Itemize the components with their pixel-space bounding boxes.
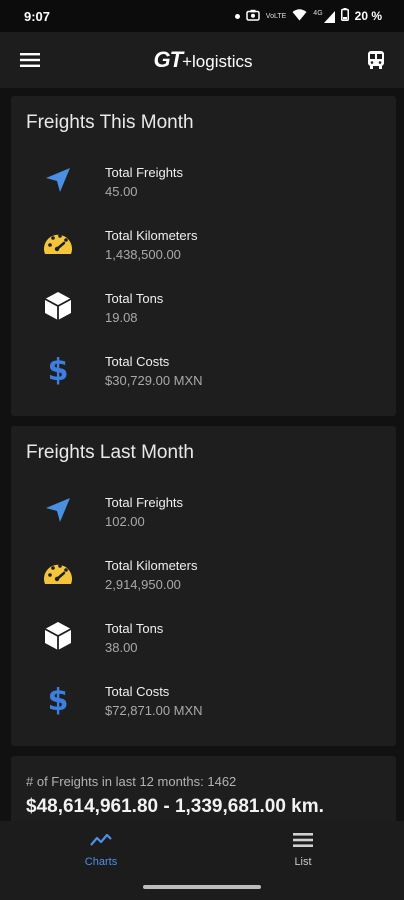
cube-icon bbox=[41, 289, 75, 323]
volte-icon: VoLTE bbox=[265, 12, 287, 20]
stat-value: 102.00 bbox=[105, 514, 145, 529]
stat-label: Total Costs bbox=[105, 684, 170, 699]
notification-dot-icon bbox=[234, 13, 240, 19]
stat-label: Total Costs bbox=[105, 354, 170, 369]
stat-total-freights: Total Freights 102.00 bbox=[11, 493, 396, 553]
status-bar: 9:07 VoLTE 4G 20 % bbox=[0, 0, 404, 32]
wifi-icon bbox=[292, 8, 307, 24]
stat-total-tons: Total Tons 38.00 bbox=[11, 619, 396, 679]
yearly-summary-card: # of Freights in last 12 months: 1462 $4… bbox=[11, 756, 396, 821]
list-icon bbox=[293, 832, 313, 853]
dollar-icon: $ bbox=[41, 352, 75, 386]
navigation-arrow-icon bbox=[41, 163, 75, 197]
stat-value: 2,914,950.00 bbox=[105, 577, 181, 592]
stat-label: Total Kilometers bbox=[105, 558, 198, 573]
gesture-handle[interactable] bbox=[143, 885, 261, 889]
stat-value: $72,871.00 MXN bbox=[105, 703, 203, 718]
stat-total-freights: Total Freights 45.00 bbox=[11, 163, 396, 223]
stat-value: $30,729.00 MXN bbox=[105, 373, 203, 388]
battery-percent: 20 % bbox=[354, 9, 382, 23]
yearly-freight-count: # of Freights in last 12 months: 1462 bbox=[26, 774, 237, 789]
speedometer-icon bbox=[41, 226, 75, 260]
stat-total-tons: Total Tons 19.08 bbox=[11, 289, 396, 349]
nav-label: Charts bbox=[84, 855, 118, 868]
stat-label: Total Freights bbox=[105, 165, 184, 180]
svg-text:$: $ bbox=[48, 683, 69, 715]
hamburger-menu-icon[interactable] bbox=[18, 48, 42, 72]
cube-icon bbox=[41, 619, 75, 653]
dollar-icon: $ bbox=[41, 682, 75, 716]
this-month-card: Freights This Month Total Freights 45.00… bbox=[11, 96, 396, 416]
stat-total-costs: $ Total Costs $72,871.00 MXN bbox=[11, 682, 396, 742]
yearly-totals: $48,614,961.80 - 1,339,681.00 km. bbox=[26, 796, 324, 817]
last-month-card: Freights Last Month Total Freights 102.0… bbox=[11, 426, 396, 746]
bus-icon[interactable] bbox=[364, 48, 388, 72]
bottom-navigation: Charts List bbox=[0, 821, 404, 878]
battery-icon bbox=[340, 8, 349, 24]
stat-label: Total Freights bbox=[105, 495, 184, 510]
status-icons: VoLTE 4G 20 % bbox=[234, 8, 382, 24]
chart-line-icon bbox=[90, 832, 112, 853]
svg-text:$: $ bbox=[48, 353, 69, 385]
stat-value: 19.08 bbox=[105, 310, 138, 325]
nav-label: List bbox=[294, 855, 312, 868]
app-logo: GT +logistics bbox=[153, 47, 253, 72]
signal-icon: 4G bbox=[313, 10, 335, 23]
stat-total-kilometers: Total Kilometers 2,914,950.00 bbox=[11, 556, 396, 616]
stat-value: 45.00 bbox=[105, 184, 138, 199]
card-title: Freights Last Month bbox=[26, 442, 194, 463]
navigation-arrow-icon bbox=[41, 493, 75, 527]
speedometer-icon bbox=[41, 556, 75, 590]
stat-value: 1,438,500.00 bbox=[105, 247, 181, 262]
camera-notification-icon bbox=[246, 9, 260, 24]
dashboard-content[interactable]: Freights This Month Total Freights 45.00… bbox=[0, 88, 404, 821]
stat-label: Total Tons bbox=[105, 621, 164, 636]
stat-label: Total Tons bbox=[105, 291, 164, 306]
nav-list[interactable]: List bbox=[202, 821, 404, 878]
stat-value: 38.00 bbox=[105, 640, 138, 655]
stat-total-costs: $ Total Costs $30,729.00 MXN bbox=[11, 352, 396, 412]
stat-label: Total Kilometers bbox=[105, 228, 198, 243]
stat-total-kilometers: Total Kilometers 1,438,500.00 bbox=[11, 226, 396, 286]
card-title: Freights This Month bbox=[26, 112, 194, 133]
top-app-bar: GT +logistics bbox=[0, 32, 404, 88]
nav-charts[interactable]: Charts bbox=[0, 821, 202, 878]
gesture-area bbox=[0, 878, 404, 900]
status-time: 9:07 bbox=[24, 8, 51, 24]
